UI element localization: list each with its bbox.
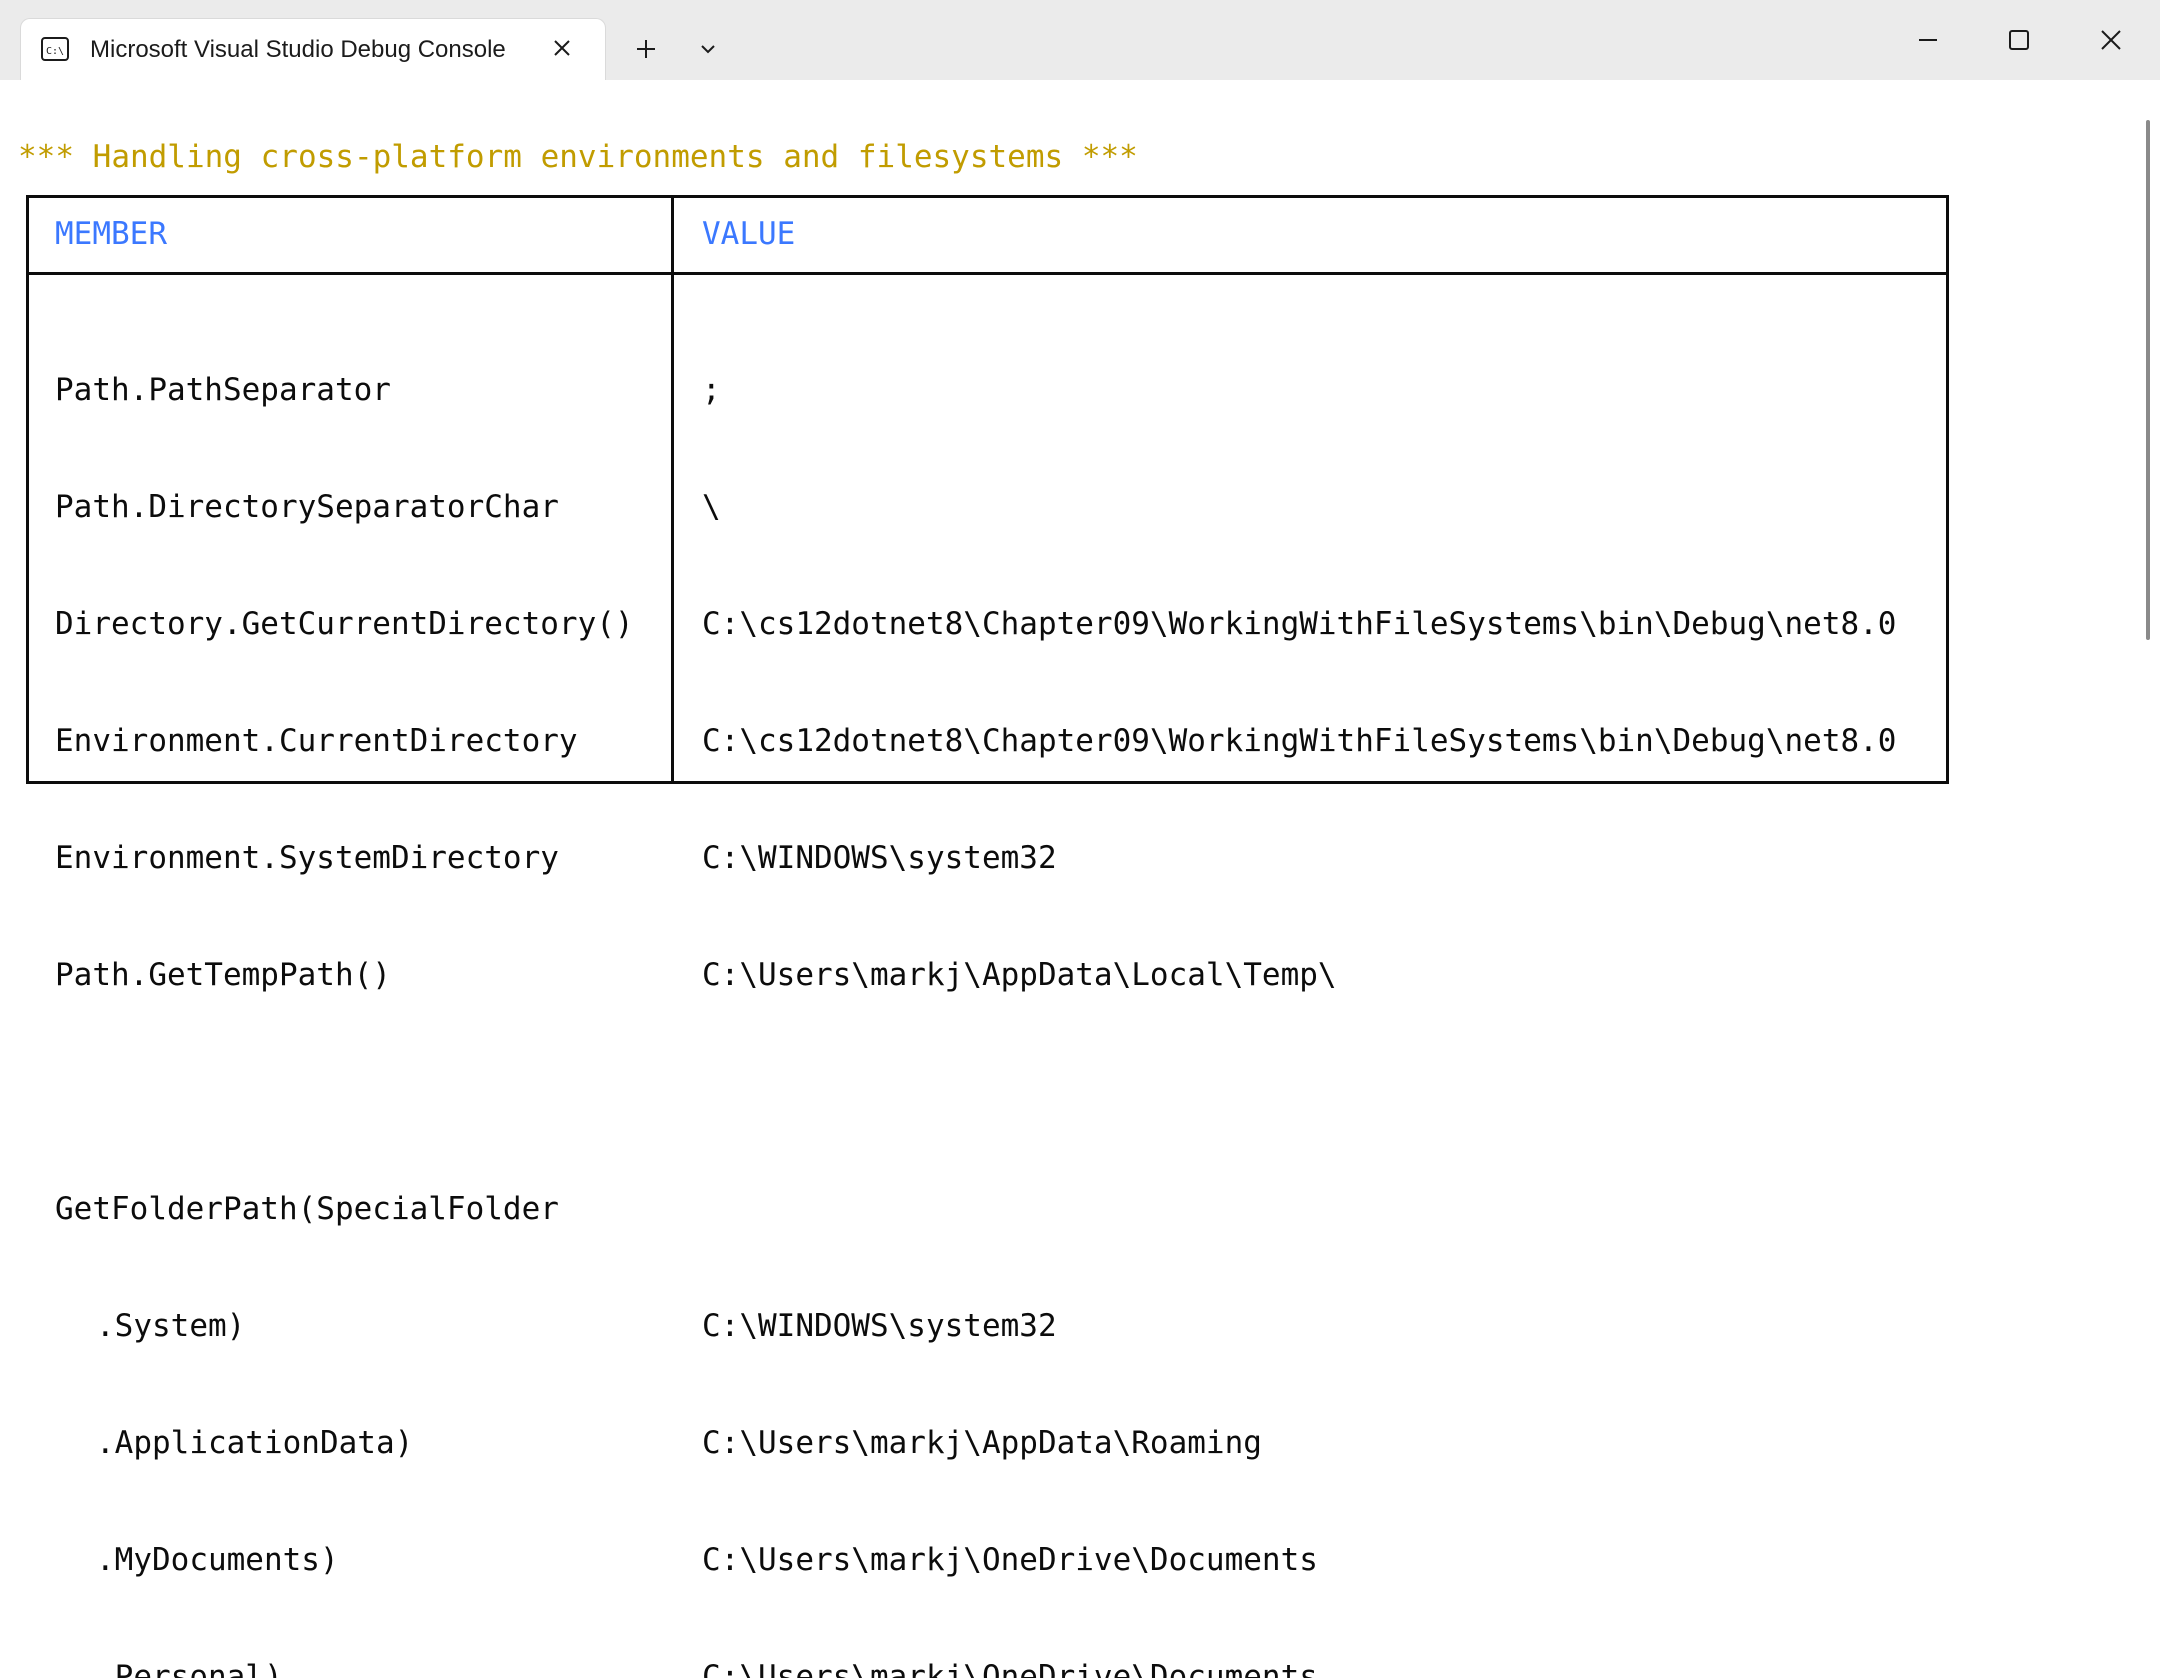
tab-debug-console[interactable]: C:\ Microsoft Visual Studio Debug Consol… <box>20 18 606 80</box>
value-cell: ; <box>702 372 721 408</box>
value-cell: C:\cs12dotnet8\Chapter09\WorkingWithFile… <box>702 606 1897 642</box>
value-column-header: VALUE <box>702 216 796 252</box>
member-cell: GetFolderPath(SpecialFolder <box>55 1191 559 1227</box>
column-divider <box>671 195 674 784</box>
member-cell: Path.DirectorySeparatorChar <box>55 489 559 525</box>
svg-text:C:\: C:\ <box>46 46 64 57</box>
member-cell <box>55 1073 634 1112</box>
member-cell: Environment.CurrentDirectory <box>55 723 578 759</box>
value-cell: C:\Users\markj\AppData\Local\Temp\ <box>702 957 1337 993</box>
value-cell: C:\Users\markj\OneDrive\Documents <box>702 1659 1318 1678</box>
value-cell <box>702 1190 1896 1229</box>
minimize-icon[interactable] <box>1908 20 1948 60</box>
console-icon: C:\ <box>41 37 69 61</box>
chevron-down-icon[interactable] <box>692 32 724 66</box>
member-cell: .Personal) <box>96 1659 283 1678</box>
member-column-header: MEMBER <box>55 216 167 252</box>
console-heading: *** Handling cross-platform environments… <box>18 139 1138 175</box>
title-bar: C:\ Microsoft Visual Studio Debug Consol… <box>0 0 2160 80</box>
plus-icon[interactable] <box>628 32 664 66</box>
close-tab-icon[interactable] <box>547 33 577 63</box>
close-icon[interactable] <box>2091 20 2131 60</box>
member-cell: Environment.SystemDirectory <box>55 840 559 876</box>
member-cell: .ApplicationData) <box>96 1425 414 1461</box>
member-cell: .MyDocuments) <box>96 1542 339 1578</box>
member-column: Path.PathSeparator Path.DirectorySeparat… <box>55 293 634 1678</box>
scrollbar[interactable] <box>2146 120 2150 640</box>
tab-title: Microsoft Visual Studio Debug Console <box>90 36 506 63</box>
member-cell: Directory.GetCurrentDirectory() <box>55 606 634 642</box>
member-cell: Path.GetTempPath() <box>55 957 391 993</box>
value-cell: C:\cs12dotnet8\Chapter09\WorkingWithFile… <box>702 723 1897 759</box>
maximize-icon[interactable] <box>1999 20 2039 60</box>
header-divider <box>26 272 1949 275</box>
value-cell: \ <box>702 489 721 525</box>
member-cell: Path.PathSeparator <box>55 372 391 408</box>
value-cell: C:\Users\markj\AppData\Roaming <box>702 1425 1262 1461</box>
value-cell: C:\WINDOWS\system32 <box>702 840 1057 876</box>
value-cell <box>702 1073 1896 1112</box>
member-cell: .System) <box>96 1308 246 1344</box>
value-column: ; \ C:\cs12dotnet8\Chapter09\WorkingWith… <box>702 293 1896 1678</box>
value-cell: C:\WINDOWS\system32 <box>702 1308 1057 1344</box>
value-cell: C:\Users\markj\OneDrive\Documents <box>702 1542 1318 1578</box>
